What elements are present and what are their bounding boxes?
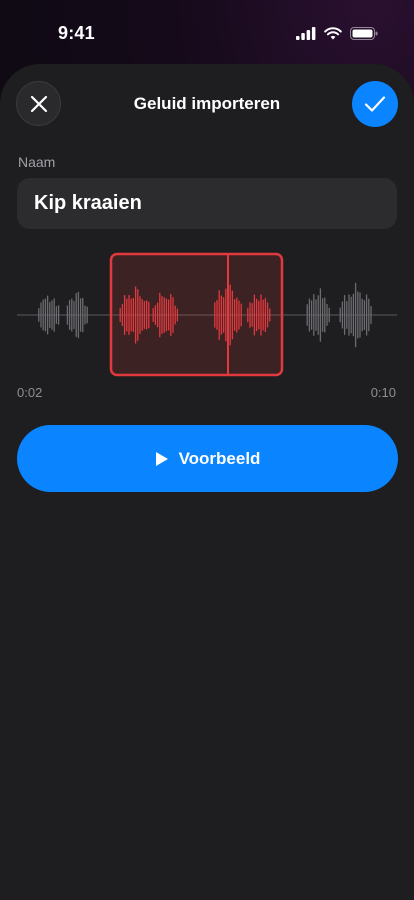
signal-icon <box>296 27 316 40</box>
battery-icon <box>350 27 378 40</box>
preview-button[interactable]: Voorbeeld <box>17 425 398 492</box>
status-time: 9:41 <box>58 23 95 43</box>
waveform-trimmer[interactable] <box>0 249 414 379</box>
status-bar: 9:41 <box>0 0 414 64</box>
confirm-button[interactable] <box>352 81 398 127</box>
wifi-icon <box>324 27 342 40</box>
preview-label: Voorbeeld <box>178 448 261 468</box>
name-input[interactable] <box>17 178 397 229</box>
checkmark-icon <box>364 96 386 112</box>
status-icons <box>296 27 378 40</box>
waveform <box>17 252 397 377</box>
trim-end-time: 0:10 <box>370 385 396 400</box>
trim-start-time: 0:02 <box>17 385 43 400</box>
play-icon <box>155 451 168 466</box>
import-sound-sheet: Geluid importeren Naam 0:02 0:10 Voorbee… <box>0 64 414 900</box>
name-label: Naam <box>18 154 56 170</box>
